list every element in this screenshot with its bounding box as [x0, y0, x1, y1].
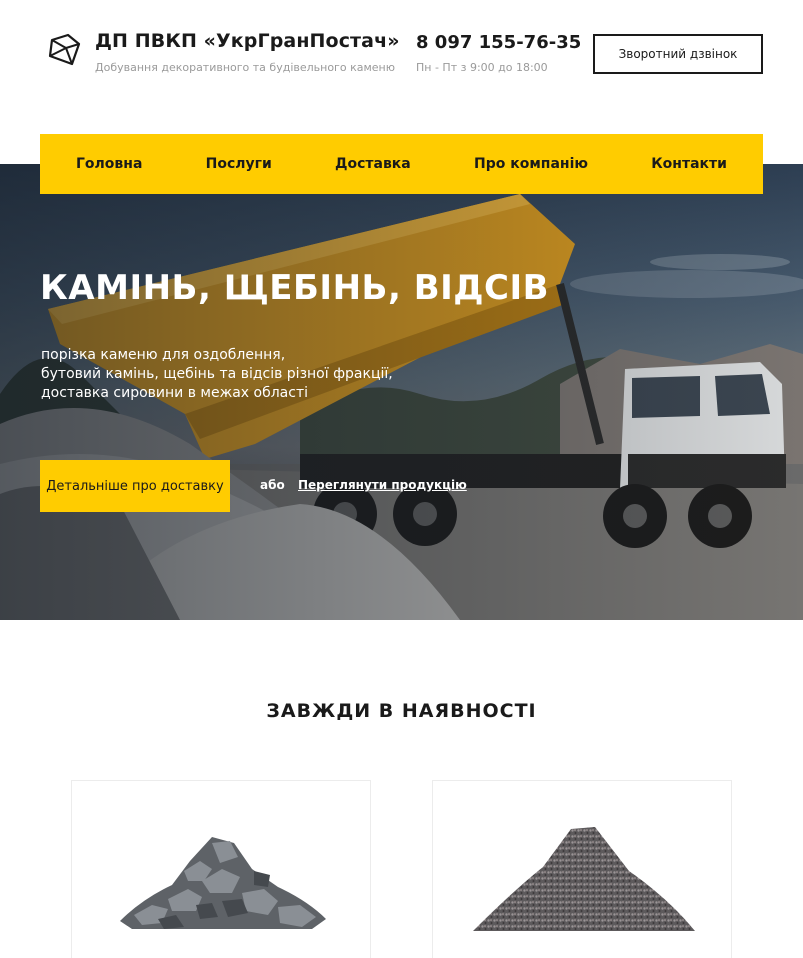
nav-item-delivery[interactable]: Доставка	[335, 156, 411, 172]
crushed-stone-image	[473, 827, 695, 931]
or-text: або	[260, 478, 285, 492]
delivery-details-button[interactable]: Детальніше про доставку	[40, 460, 230, 512]
hero-title: КАМІНЬ, ЩЕБІНЬ, ВІДСІВ	[40, 268, 550, 308]
view-products-link[interactable]: Переглянути продукцію	[298, 478, 467, 492]
phone-number[interactable]: 8 097 155-76-35	[416, 32, 581, 53]
brand-tagline: Добування декоративного та будівельного …	[95, 61, 395, 74]
nav-item-home[interactable]: Головна	[76, 156, 142, 172]
gem-icon[interactable]	[46, 32, 82, 68]
section-title: ЗАВЖДИ В НАЯВНОСТІ	[266, 700, 537, 722]
hero-subtitle: порізка каменю для оздоблення, бутовий к…	[41, 346, 393, 403]
hero-subtitle-line: доставка сировини в межах області	[41, 385, 308, 401]
rubble-stone-image	[120, 837, 326, 929]
hero-subtitle-line: порізка каменю для оздоблення,	[41, 347, 286, 363]
site-header: ДП ПВКП «УкрГранПостач» Добування декора…	[0, 0, 803, 120]
main-nav: Головна Послуги Доставка Про компанію Ко…	[40, 134, 763, 194]
nav-item-contacts[interactable]: Контакти	[651, 156, 727, 172]
product-card[interactable]	[71, 780, 371, 958]
callback-button[interactable]: Зворотний дзвінок	[593, 34, 763, 74]
nav-item-about[interactable]: Про компанію	[474, 156, 588, 172]
working-hours: Пн - Пт з 9:00 до 18:00	[416, 61, 548, 74]
nav-item-services[interactable]: Послуги	[206, 156, 272, 172]
product-card[interactable]	[432, 780, 732, 958]
hero-subtitle-line: бутовий камінь, щебінь та відсів різної …	[41, 366, 393, 382]
brand-name[interactable]: ДП ПВКП «УкрГранПостач»	[95, 30, 400, 52]
